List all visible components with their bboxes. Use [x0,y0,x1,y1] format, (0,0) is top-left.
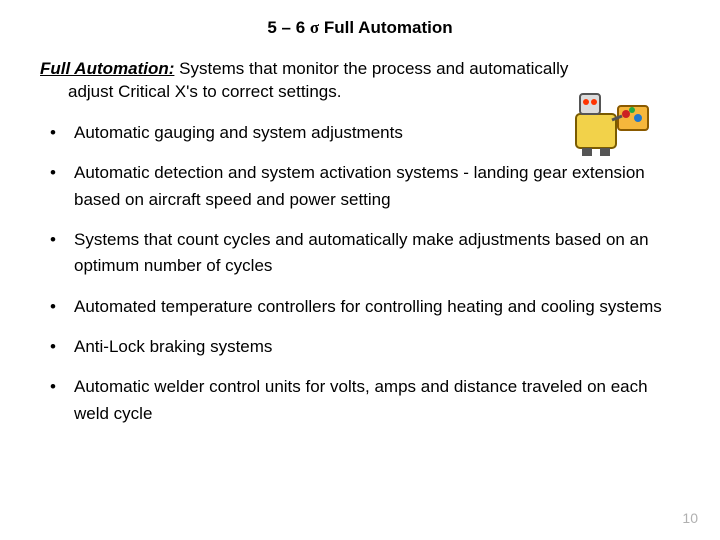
list-item: Anti-Lock braking systems [40,334,680,360]
definition-line1: Systems that monitor the process and aut… [174,59,568,78]
title-prefix: 5 – 6 [267,18,310,37]
sigma-symbol: σ [310,18,319,37]
list-item: Systems that count cycles and automatica… [40,227,680,280]
list-item: Automatic detection and system activatio… [40,160,680,213]
page-title: 5 – 6 σ Full Automation [40,18,680,38]
definition-term: Full Automation: [40,59,174,78]
page-number: 10 [682,510,698,526]
title-suffix: Full Automation [319,18,452,37]
list-item: Automated temperature controllers for co… [40,294,680,320]
slide: 5 – 6 σ Full Automation Full Automation:… [0,0,720,540]
list-item: Automatic gauging and system adjustments [40,120,680,146]
list-item: Automatic welder control units for volts… [40,374,680,427]
bullet-list: Automatic gauging and system adjustments… [40,120,680,427]
